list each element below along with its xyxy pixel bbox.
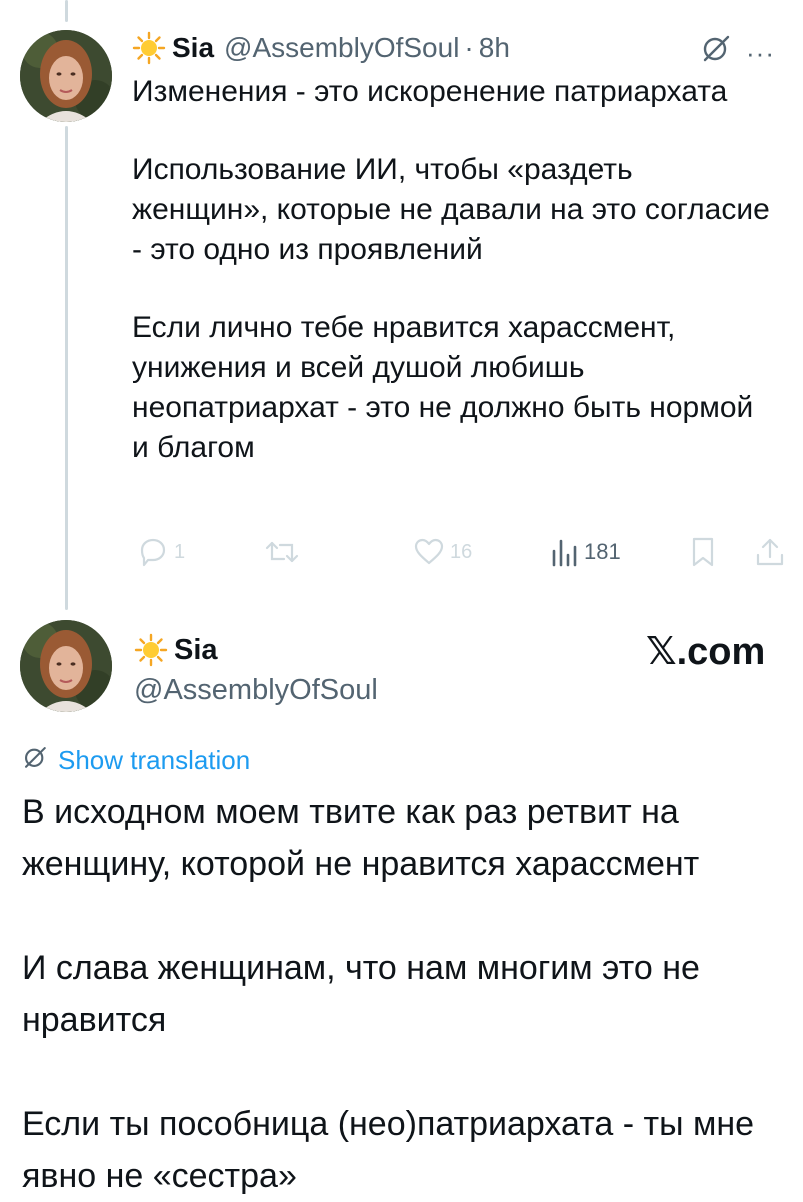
avatar[interactable] (20, 620, 112, 712)
tweet-paragraph: Изменения - это искоренение патриархата (132, 75, 728, 108)
sun-emoji-icon (132, 31, 166, 65)
bookmark-icon (688, 535, 718, 569)
heart-icon (412, 535, 446, 569)
show-translation-link[interactable]: Show translation (22, 740, 250, 780)
grok-icon[interactable] (700, 32, 732, 64)
tweet-text: В исходном моем твите как раз ретвит на … (22, 786, 792, 1202)
like-count: 16 (450, 540, 473, 563)
tweet-header: Sia @AssemblyOfSoul · 8h (132, 28, 510, 68)
display-name-row: Sia (134, 628, 218, 672)
share-button[interactable] (750, 534, 786, 570)
views-button[interactable]: 181 (546, 534, 621, 570)
thread-line-top (65, 0, 68, 22)
thread-line (65, 126, 68, 610)
user-handle[interactable]: @AssemblyOfSoul (224, 32, 459, 64)
tweet-actions: 1 16 181 (132, 534, 792, 570)
x-com-watermark: 𝕏.com (646, 631, 766, 673)
retweet-button[interactable] (260, 534, 304, 570)
more-options-icon[interactable]: ··· (746, 40, 775, 66)
tweet-paragraph: Если лично тебе нравится харассмент, уни… (132, 311, 754, 464)
separator-dot: · (464, 32, 474, 63)
display-name[interactable]: Sia (174, 634, 218, 667)
show-translation-label: Show translation (58, 744, 251, 775)
sun-emoji-icon (134, 633, 168, 667)
timestamp[interactable]: 8h (479, 32, 510, 64)
reply-button[interactable]: 1 (132, 534, 185, 570)
reply-icon (136, 535, 170, 569)
grok-icon (22, 744, 58, 777)
analytics-icon (550, 535, 580, 569)
reply-count: 1 (174, 540, 186, 563)
display-name[interactable]: Sia (172, 32, 214, 64)
bookmark-button[interactable] (684, 534, 718, 570)
tweet-paragraph: Если ты пособница (нео)патриархата - ты … (22, 1105, 755, 1195)
views-count: 181 (584, 539, 621, 564)
share-icon (754, 535, 786, 569)
retweet-icon (264, 535, 300, 569)
avatar[interactable] (20, 30, 112, 122)
user-handle[interactable]: @AssemblyOfSoul (134, 670, 378, 710)
tweet-paragraph: В исходном моем твите как раз ретвит на … (22, 793, 700, 883)
like-button[interactable]: 16 (408, 534, 472, 570)
tweet-paragraph: И слава женщинам, что нам многим это не … (22, 949, 700, 1039)
tweet-text: Изменения - это искоренение патриархата … (132, 72, 772, 468)
tweet-paragraph: Использование ИИ, чтобы «раздеть женщин»… (132, 153, 770, 266)
